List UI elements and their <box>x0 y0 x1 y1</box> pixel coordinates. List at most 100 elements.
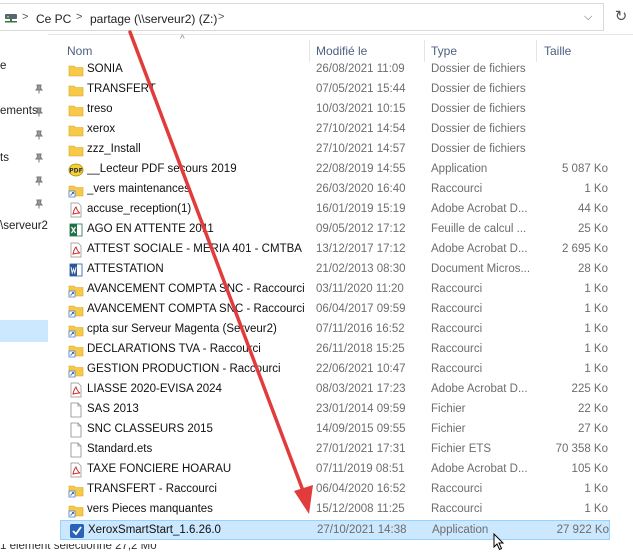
word-icon <box>69 263 83 277</box>
column-divider[interactable] <box>424 40 425 62</box>
file-row[interactable]: AVANCEMENT COMPTA SNC - Raccourci 06/04/2… <box>60 300 610 320</box>
file-modified: 06/04/2017 09:59 <box>316 303 406 315</box>
file-type: Raccourci <box>431 323 483 335</box>
file-size: 27 922 Ko <box>556 524 609 536</box>
breadcrumb-separator[interactable]: > <box>218 11 224 23</box>
file-icon <box>70 422 82 438</box>
file-row[interactable]: AGO EN ATTENTE 2011 09/05/2012 17:12 Feuil… <box>60 220 610 240</box>
refresh-button[interactable]: ↻ <box>610 5 632 29</box>
file-row[interactable]: vers Pieces manquantes 15/12/2008 11:25 Ra… <box>60 500 610 520</box>
file-row[interactable]: zzz_Install 27/10/2021 14:57 Dossier de fi… <box>60 140 610 160</box>
file-row[interactable]: TRANSFERT 07/05/2021 15:44 Dossier de fich… <box>60 80 610 100</box>
file-name: xerox <box>87 123 116 135</box>
breadcrumb-share-drive[interactable]: partage (\\serveur2) (Z:) <box>90 12 217 26</box>
file-modified: 08/03/2021 17:23 <box>316 383 406 395</box>
folder-icon <box>68 145 84 157</box>
file-modified: 03/11/2020 11:20 <box>316 283 404 295</box>
file-size: 70 358 Ko <box>555 443 608 455</box>
file-size: 1 Ko <box>584 303 608 315</box>
folder-icon <box>68 85 84 97</box>
chevron-down-icon[interactable]: ⌵ <box>584 11 592 24</box>
file-row[interactable]: PDF __Lecteur PDF secours 2019 22/08/2019 … <box>60 160 610 180</box>
file-name: SNC CLASSEURS 2015 <box>87 423 213 435</box>
file-modified: 07/05/2021 15:44 <box>316 83 406 95</box>
column-header-modified[interactable]: Modifié le <box>316 44 367 58</box>
folder-shortcut-icon <box>68 325 84 338</box>
nav-item-5[interactable]: \serveur2) <box>0 220 48 232</box>
xerox-app-icon <box>70 524 84 538</box>
file-name: TRANSFERT - Raccourci <box>87 483 217 495</box>
pin-icon[interactable] <box>34 107 44 117</box>
pin-icon[interactable] <box>34 84 44 94</box>
column-divider[interactable] <box>309 40 310 62</box>
file-row[interactable]: TRANSFERT - Raccourci 06/04/2020 16:52 Rac… <box>60 480 610 500</box>
file-modified: 15/12/2008 11:25 <box>316 503 405 515</box>
column-header-name[interactable]: Nom <box>67 44 92 58</box>
file-type: Feuille de calcul ... <box>431 223 527 235</box>
pin-icon[interactable] <box>34 199 44 209</box>
file-name: vers Pieces manquantes <box>87 503 213 515</box>
file-type: Dossier de fichiers <box>431 103 526 115</box>
file-size: 25 Ko <box>577 223 608 235</box>
file-name: ATTESTATION <box>87 263 164 275</box>
file-name: GESTION PRODUCTION - Raccourci <box>87 363 281 375</box>
nav-selected-highlight <box>0 320 48 342</box>
file-modified: 07/11/2016 16:52 <box>316 323 405 335</box>
file-modified: 13/12/2017 17:12 <box>316 243 406 255</box>
address-bar: > Ce PC > partage (\\serveur2) (Z:) > ⌵ … <box>0 0 633 35</box>
file-size: 225 Ko <box>571 383 608 395</box>
file-row[interactable]: SAS 2013 23/01/2014 09:59 Fichier 22 Ko <box>60 400 610 420</box>
address-box[interactable]: > Ce PC > partage (\\serveur2) (Z:) > ⌵ <box>0 3 604 31</box>
file-row[interactable]: XeroxSmartStart_1.6.26.0 27/10/2021 14:38… <box>60 520 610 540</box>
pdf-icon <box>70 382 82 398</box>
file-row[interactable]: ATTEST SOCIALE - MERIA 401 - CMTBA 13/12/… <box>60 240 610 260</box>
nav-item-3[interactable]: ts <box>0 152 9 164</box>
file-size: 2 695 Ko <box>561 243 608 255</box>
file-row[interactable]: ATTESTATION 21/02/2013 08:30 Document Micr… <box>60 260 610 280</box>
file-name: treso <box>87 103 113 115</box>
file-modified: 07/11/2019 08:51 <box>316 463 405 475</box>
file-size: 105 Ko <box>571 463 608 475</box>
folder-icon <box>68 125 84 137</box>
file-type: Raccourci <box>431 283 483 295</box>
file-row[interactable]: SONIA 26/08/2021 11:09 Dossier de fichiers <box>60 60 610 80</box>
file-type: Fichier <box>431 423 466 435</box>
file-size: 5 087 Ko <box>561 163 608 175</box>
file-row[interactable]: AVANCEMENT COMPTA SNC - Raccourci 03/11/2… <box>60 280 610 300</box>
file-row[interactable]: _vers maintenances 26/03/2020 16:40 Raccou… <box>60 180 610 200</box>
column-header-size[interactable]: Taille <box>544 44 571 58</box>
svg-text:PDF: PDF <box>69 168 82 175</box>
file-row[interactable]: TAXE FONCIERE HOARAU 07/11/2019 08:51 Adob… <box>60 460 610 480</box>
file-row[interactable]: cpta sur Serveur Magenta (Serveur2) 07/11… <box>60 320 610 340</box>
file-icon <box>70 442 82 458</box>
file-row[interactable]: xerox 27/10/2021 14:54 Dossier de fichiers <box>60 120 610 140</box>
file-name: SONIA <box>87 63 123 75</box>
nav-item-2[interactable]: ements <box>0 105 38 117</box>
breadcrumb-separator[interactable]: > <box>76 11 82 23</box>
file-row[interactable]: treso 10/03/2021 10:15 Dossier de fichiers <box>60 100 610 120</box>
pin-icon[interactable] <box>34 176 44 186</box>
file-row[interactable]: SNC CLASSEURS 2015 14/09/2015 09:55 Fichie… <box>60 420 610 440</box>
folder-shortcut-icon <box>68 345 84 358</box>
breadcrumb-separator[interactable]: > <box>22 11 28 23</box>
file-row[interactable]: GESTION PRODUCTION - Raccourci 22/06/2021… <box>60 360 610 380</box>
column-divider[interactable] <box>536 40 537 62</box>
file-modified: 09/05/2012 17:12 <box>316 223 406 235</box>
file-name: Standard.ets <box>87 443 153 455</box>
pin-icon[interactable] <box>34 130 44 140</box>
file-row[interactable]: LIASSE 2020-EVISA 2024 08/03/2021 17:23 Ad… <box>60 380 610 400</box>
breadcrumb-this-pc[interactable]: Ce PC <box>36 12 71 26</box>
folder-icon <box>68 105 84 117</box>
file-modified: 16/01/2019 15:19 <box>316 203 406 215</box>
file-modified: 21/02/2013 08:30 <box>316 263 406 275</box>
nav-item-1[interactable]: e <box>0 60 6 72</box>
file-modified: 27/10/2021 14:38 <box>317 524 407 536</box>
file-row[interactable]: Standard.ets 27/01/2021 17:31 Fichier ETS 7… <box>60 440 610 460</box>
file-row[interactable]: accuse_reception(1) 16/01/2019 15:19 Adobe… <box>60 200 610 220</box>
column-header-type[interactable]: Type <box>431 44 457 58</box>
status-bar: 1 élément sélectionné 27,2 Mo <box>0 544 633 554</box>
excel-icon <box>69 223 83 237</box>
pin-icon[interactable] <box>34 153 44 163</box>
file-type: Document Micros... <box>431 263 531 275</box>
file-row[interactable]: DECLARATIONS TVA - Raccourci 26/11/2018 1… <box>60 340 610 360</box>
